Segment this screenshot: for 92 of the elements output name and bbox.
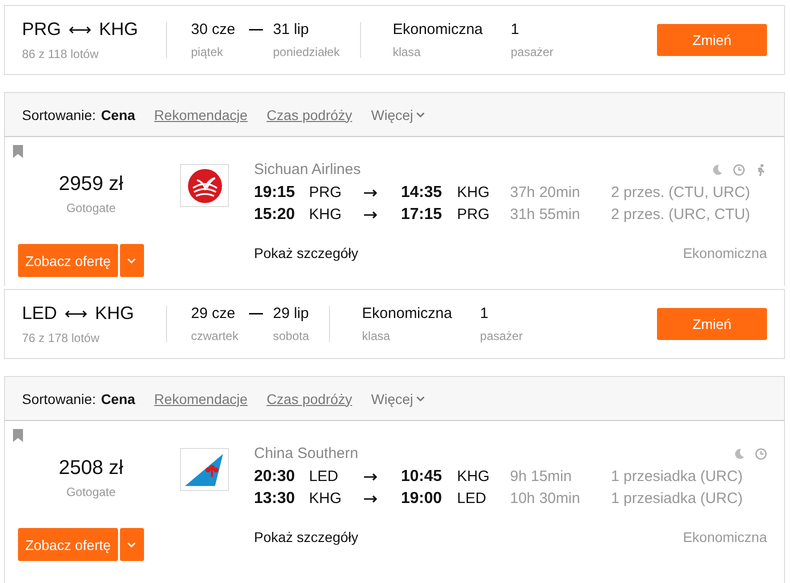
flight-count: 86 z 118 lotów: [22, 47, 100, 61]
offer-dropdown-button[interactable]: [120, 528, 144, 561]
view-offer-button[interactable]: Zobacz ofertę: [18, 244, 118, 277]
arrival-airport: KHG: [457, 468, 491, 485]
dash-icon: [249, 312, 263, 314]
stops-info: 1 przesiadka (URC): [611, 490, 744, 507]
return-date: 31 lip: [273, 21, 309, 38]
departure-time: 15:20: [254, 206, 296, 224]
arrival-airport: KHG: [457, 184, 491, 201]
cabin-label: klasa: [362, 329, 392, 343]
depart-date: 29 cze: [191, 305, 236, 322]
clock-icon: [755, 448, 767, 460]
departure-time: 13:30: [254, 490, 296, 508]
bookmark-icon[interactable]: [13, 145, 23, 158]
sort-option[interactable]: Cena: [100, 106, 136, 122]
details-link[interactable]: Pokaż szczegóły: [254, 245, 358, 261]
cabin-label: klasa: [392, 45, 422, 59]
arrival-time: 17:15: [401, 206, 443, 224]
offer-dropdown-button[interactable]: [120, 244, 144, 277]
destination-code: KHG: [95, 303, 134, 324]
departure-airport: KHG: [309, 206, 343, 223]
arrival-airport: PRG: [457, 206, 491, 223]
details-link[interactable]: Pokaż szczegóły: [254, 529, 358, 545]
round-trip-arrow-icon: [65, 310, 88, 318]
sort-option[interactable]: Rekomendacje: [154, 106, 248, 122]
sort-option[interactable]: Czas podróży: [266, 390, 352, 406]
return-day: poniedziałek: [273, 45, 340, 59]
return-day: sobota: [273, 329, 310, 343]
passenger-count: 1: [480, 305, 490, 322]
change-button[interactable]: Zmień: [657, 24, 767, 56]
price: 2959 zł: [58, 173, 124, 196]
passenger-count: 1: [510, 21, 520, 38]
return-date: 29 lip: [273, 305, 309, 322]
sort-option[interactable]: Rekomendacje: [154, 390, 248, 406]
cabin-class: Ekonomiczna: [392, 21, 484, 38]
arrow-right-icon: [364, 211, 378, 219]
clock-icon: [733, 164, 745, 176]
chevron-down-icon: [416, 396, 426, 402]
moon-icon: [711, 164, 723, 176]
stops-info: 2 przes. (CTU, URC): [611, 184, 752, 201]
passenger-label: pasażer: [510, 45, 554, 59]
sort-label: Sortowanie:: [22, 106, 96, 122]
depart-date: 30 cze: [191, 21, 236, 38]
arrow-right-icon: [364, 189, 378, 197]
sort-label: Sortowanie:: [22, 390, 96, 406]
more-dropdown[interactable]: Więcej: [371, 390, 426, 406]
price: 2508 zł: [58, 457, 124, 480]
departure-time: 20:30: [254, 468, 296, 486]
cabin-class: Ekonomiczna: [362, 305, 454, 322]
cabin-class: Ekonomiczna: [682, 245, 767, 261]
departure-airport: KHG: [309, 490, 343, 507]
arrival-time: 19:00: [401, 490, 443, 508]
cabin-class: Ekonomiczna: [682, 529, 767, 545]
flight-duration: 37h 20min: [510, 184, 582, 201]
airline-name: Sichuan Airlines: [254, 161, 361, 178]
origin-code: LED: [22, 303, 58, 324]
sort-option[interactable]: Cena: [100, 390, 136, 406]
walking-person-icon: [755, 164, 767, 176]
departure-airport: LED: [309, 468, 340, 485]
destination-code: KHG: [99, 19, 138, 40]
arrival-airport: LED: [457, 490, 488, 507]
more-dropdown[interactable]: Więcej: [371, 106, 426, 122]
departure-airport: PRG: [309, 184, 343, 201]
bookmark-icon[interactable]: [13, 429, 23, 442]
chevron-down-icon: [127, 542, 136, 548]
bird-logo: [186, 168, 222, 204]
airline-name: China Southern: [254, 445, 358, 462]
passenger-label: pasażer: [480, 329, 524, 343]
stops-info: 2 przes. (URC, CTU): [611, 206, 752, 223]
arrow-right-icon: [364, 473, 378, 481]
seller-name: Gotogate: [66, 485, 116, 499]
depart-day: czwartek: [191, 329, 273, 343]
chevron-down-icon: [416, 112, 426, 118]
flight-count: 76 z 178 lotów: [22, 331, 100, 345]
origin-code: PRG: [22, 19, 62, 40]
departure-time: 19:15: [254, 184, 296, 202]
arrival-time: 10:45: [401, 468, 443, 486]
depart-day: piątek: [191, 45, 273, 59]
flight-duration: 10h 30min: [510, 490, 582, 507]
flight-duration: 9h 15min: [510, 468, 573, 485]
arrow-right-icon: [364, 495, 378, 503]
seller-name: Gotogate: [66, 201, 116, 215]
sort-option[interactable]: Czas podróży: [266, 106, 352, 122]
flight-duration: 31h 55min: [510, 206, 582, 223]
change-button[interactable]: Zmień: [657, 308, 767, 340]
arrival-time: 14:35: [401, 184, 443, 202]
chevron-down-icon: [127, 258, 136, 264]
stops-info: 1 przesiadka (URC): [611, 468, 744, 485]
view-offer-button[interactable]: Zobacz ofertę: [18, 528, 118, 561]
round-trip-arrow-icon: [69, 26, 92, 34]
moon-icon: [733, 448, 745, 460]
dash-icon: [249, 28, 263, 30]
